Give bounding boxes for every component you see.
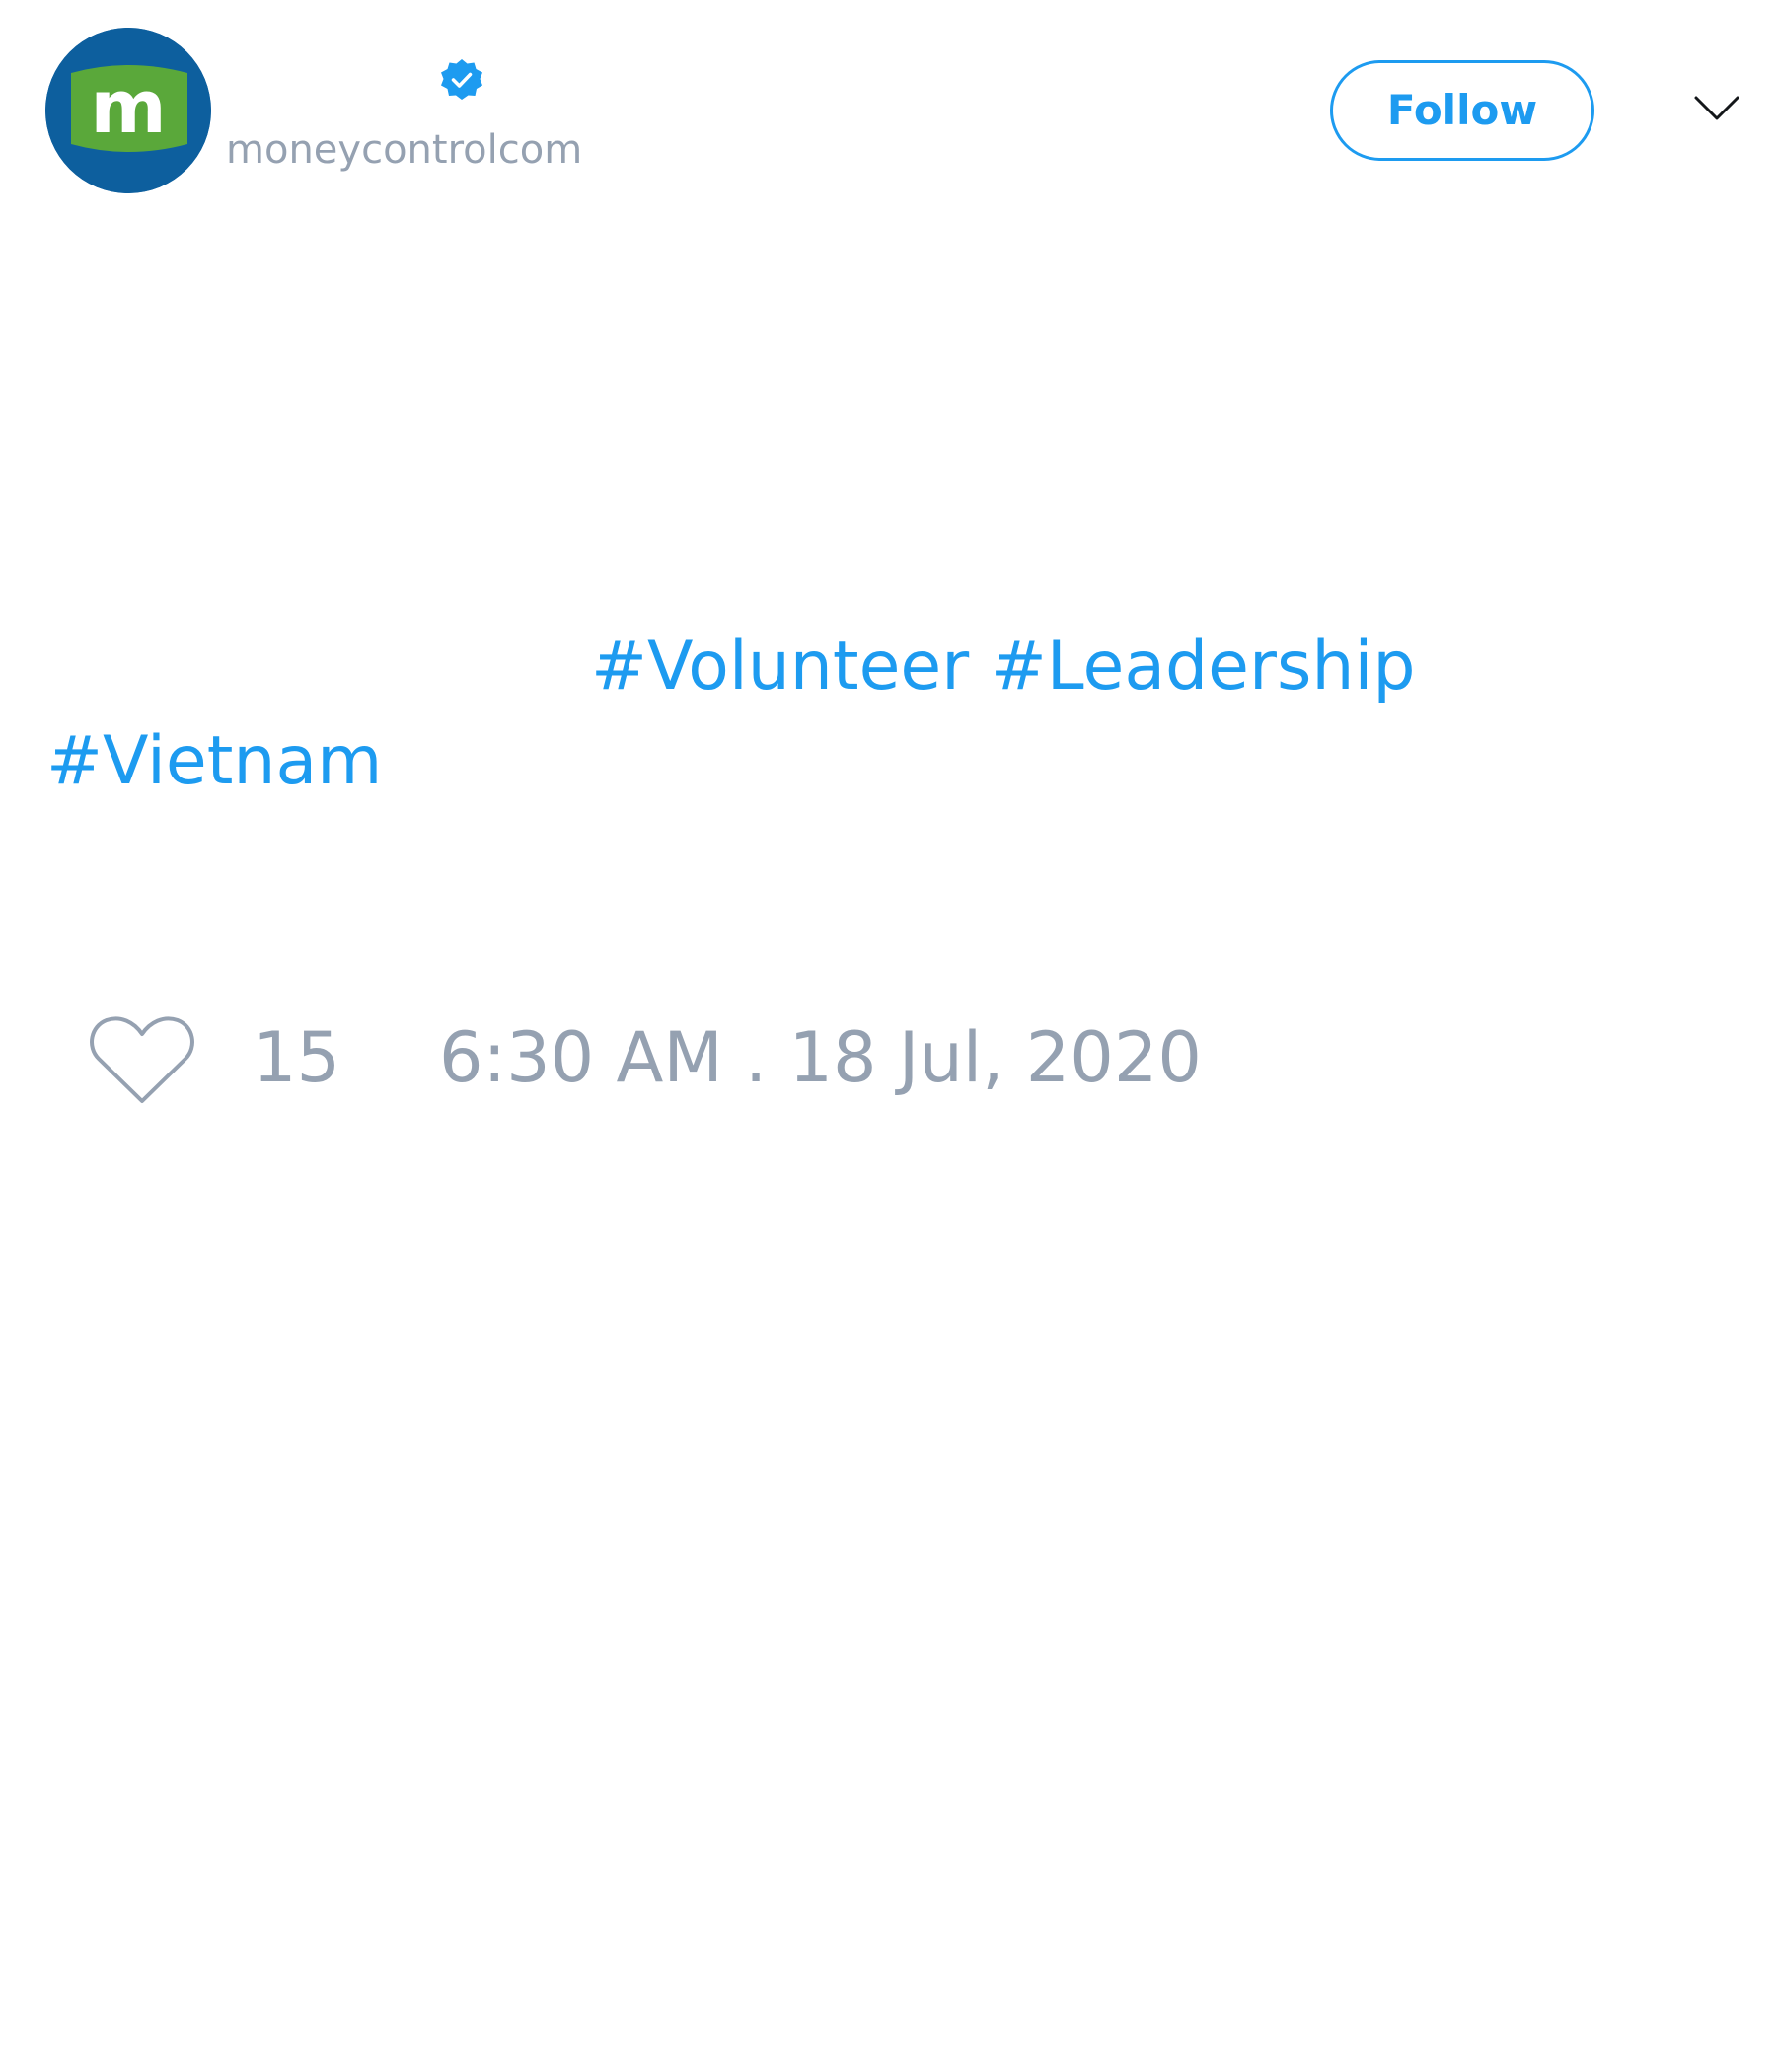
user-handle[interactable]: moneycontrolcom bbox=[226, 126, 582, 174]
hashtag-vietnam[interactable]: #Vietnam bbox=[46, 722, 382, 800]
tweet-text: #Volunteer #Leadership #Vietnam bbox=[46, 620, 1724, 809]
follow-button[interactable]: Follow bbox=[1330, 60, 1594, 161]
verified-badge-icon bbox=[441, 59, 482, 100]
moneycontrol-logo-icon: m bbox=[45, 28, 211, 193]
hashtag-leadership[interactable]: #Leadership bbox=[991, 628, 1416, 705]
chevron-down-icon[interactable] bbox=[1693, 91, 1740, 126]
heart-outline-icon[interactable] bbox=[89, 1012, 195, 1105]
avatar[interactable]: m bbox=[45, 28, 211, 193]
tweet-timestamp[interactable]: 6:30 AM . 18 Jul, 2020 bbox=[439, 1012, 1202, 1103]
like-count: 15 bbox=[253, 1017, 341, 1098]
avatar-letter: m bbox=[90, 65, 166, 150]
hashtag-volunteer[interactable]: #Volunteer bbox=[591, 628, 969, 705]
